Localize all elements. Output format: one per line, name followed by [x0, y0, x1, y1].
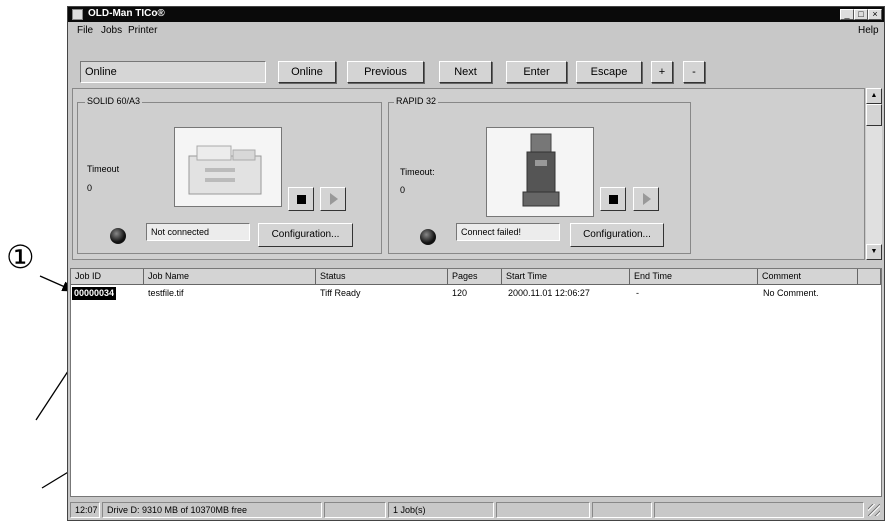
- status-bar: 12:07 Drive D: 9310 MB of 10370MB free 1…: [68, 500, 884, 520]
- timeout-value: 0: [87, 183, 93, 193]
- timeout-value: 0: [400, 185, 406, 195]
- printer-status-field: Online: [80, 61, 266, 83]
- column-header-comment[interactable]: Comment: [758, 269, 858, 285]
- escape-button[interactable]: Escape: [576, 61, 642, 83]
- minimize-icon[interactable]: _: [840, 9, 854, 20]
- stop-button[interactable]: [600, 187, 626, 211]
- connection-status: Not connected: [146, 223, 250, 241]
- configuration-button[interactable]: Configuration...: [258, 223, 353, 247]
- stop-icon: [296, 195, 306, 204]
- connection-led: [110, 228, 126, 244]
- status-empty: [324, 502, 386, 518]
- scroll-down-icon[interactable]: ▼: [866, 244, 882, 260]
- next-button[interactable]: Next: [439, 61, 492, 83]
- job-list[interactable]: [70, 268, 882, 497]
- printer-image-solid: [174, 127, 282, 207]
- cell-pages: 120: [452, 288, 468, 298]
- previous-button[interactable]: Previous: [347, 61, 424, 83]
- column-header-start-time[interactable]: Start Time: [502, 269, 630, 285]
- menu-help[interactable]: Help: [858, 25, 879, 36]
- minus-button[interactable]: -: [683, 61, 705, 83]
- stop-button[interactable]: [288, 187, 314, 211]
- status-time: 12:07: [70, 502, 100, 518]
- play-button[interactable]: [320, 187, 346, 211]
- column-header-status[interactable]: Status: [316, 269, 448, 285]
- play-button[interactable]: [633, 187, 659, 211]
- timeout-label: Timeout:: [400, 167, 435, 177]
- panel-scrollbar[interactable]: ▲ ▼: [866, 88, 882, 260]
- column-header-filler: [858, 269, 881, 285]
- enter-button[interactable]: Enter: [506, 61, 567, 83]
- resize-grip-icon[interactable]: [868, 504, 880, 516]
- app-icon[interactable]: [72, 9, 83, 20]
- cell-comment: No Comment.: [763, 288, 819, 298]
- timeout-label: Timeout: [87, 164, 120, 174]
- cell-status: Tiff Ready: [320, 288, 361, 298]
- status-drive: Drive D: 9310 MB of 10370MB free: [102, 502, 322, 518]
- cell-start-time: 2000.11.01 12:06:27: [508, 288, 590, 298]
- printer-name: SOLID 60/A3: [85, 96, 143, 106]
- window-title: OLD-Man TICo®: [88, 8, 165, 19]
- table-row[interactable]: [71, 287, 881, 300]
- scroll-thumb[interactable]: [866, 104, 882, 126]
- title-bar[interactable]: OLD-Man TICo® _ □ ×: [68, 7, 884, 22]
- play-icon: [643, 193, 651, 205]
- maximize-icon[interactable]: □: [854, 9, 868, 20]
- column-header-job-id[interactable]: Job ID: [71, 269, 144, 285]
- scroll-up-icon[interactable]: ▲: [866, 88, 882, 104]
- status-empty: [592, 502, 652, 518]
- play-icon: [330, 193, 338, 205]
- cell-job-name: testfile.tif: [148, 288, 184, 298]
- printer-rapid-icon: [522, 133, 560, 207]
- configuration-button[interactable]: Configuration...: [570, 223, 664, 247]
- status-jobs: 1 Job(s): [388, 502, 494, 518]
- cell-job-id[interactable]: 00000034: [72, 287, 117, 300]
- menu-jobs[interactable]: Jobs: [101, 25, 122, 36]
- connection-status: Connect failed!: [456, 223, 560, 241]
- stop-icon: [608, 195, 618, 204]
- printer-image-rapid: [486, 127, 594, 217]
- printer-solid-icon: [188, 145, 262, 195]
- menu-printer[interactable]: Printer: [128, 25, 157, 36]
- plus-button[interactable]: +: [651, 61, 673, 83]
- printer-name: RAPID 32: [394, 96, 439, 106]
- close-icon[interactable]: ×: [868, 9, 882, 20]
- status-empty: [496, 502, 590, 518]
- column-header-end-time[interactable]: End Time: [630, 269, 758, 285]
- connection-led: [420, 229, 436, 245]
- menu-file[interactable]: File: [77, 25, 93, 36]
- column-header-job-name[interactable]: Job Name: [144, 269, 316, 285]
- online-button[interactable]: Online: [278, 61, 336, 83]
- column-header-pages[interactable]: Pages: [448, 269, 502, 285]
- cell-end-time: -: [636, 288, 639, 298]
- status-empty: [654, 502, 864, 518]
